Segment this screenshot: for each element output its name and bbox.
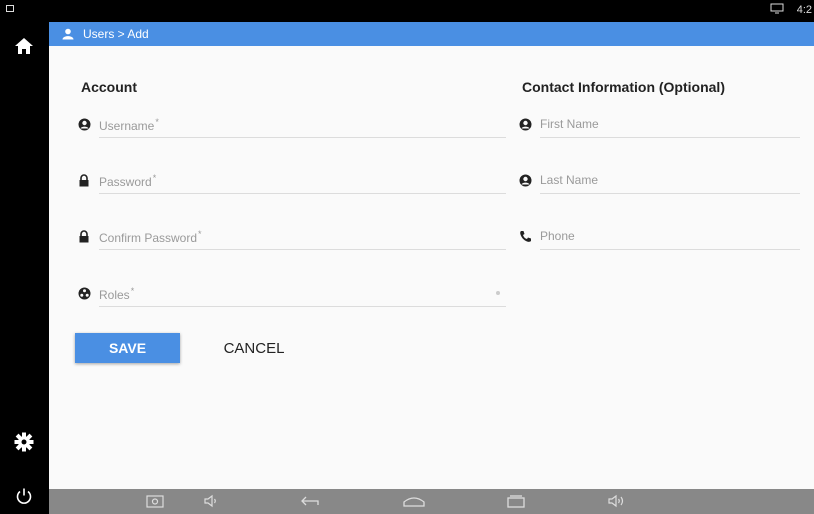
roles-select[interactable]: Roles*	[78, 283, 506, 307]
home-icon[interactable]	[12, 34, 36, 58]
lock-icon	[77, 229, 91, 243]
screen-cast-icon	[770, 3, 784, 14]
app-content: Users > Add Account Username* Password* …	[49, 22, 814, 489]
user-circle-icon	[77, 117, 91, 131]
username-placeholder: Username	[99, 119, 155, 133]
user-icon	[61, 27, 75, 41]
settings-gear-icon[interactable]	[12, 430, 36, 454]
contact-section-title: Contact Information (Optional)	[522, 79, 725, 95]
account-section-title: Account	[81, 79, 137, 95]
power-icon[interactable]	[12, 484, 36, 508]
username-field[interactable]: Username*	[78, 114, 506, 138]
user-circle-icon	[518, 117, 532, 131]
back-icon[interactable]	[299, 493, 321, 509]
first-name-placeholder: First Name	[540, 117, 599, 131]
last-name-field[interactable]: Last Name	[519, 170, 800, 194]
volume-down-icon[interactable]	[202, 493, 222, 509]
header-bar: Users > Add	[49, 22, 814, 46]
first-name-field[interactable]: First Name	[519, 114, 800, 138]
phone-placeholder: Phone	[540, 229, 575, 243]
cancel-button[interactable]: CANCEL	[209, 333, 299, 363]
recent-apps-icon[interactable]	[505, 493, 527, 509]
phone-icon	[518, 229, 532, 243]
left-rail	[0, 0, 49, 514]
roles-icon	[77, 286, 91, 300]
roles-placeholder: Roles	[99, 288, 130, 302]
dropdown-caret-icon	[496, 291, 500, 295]
password-placeholder: Password	[99, 175, 152, 189]
lock-icon	[77, 173, 91, 187]
clock: 4:2	[796, 4, 812, 16]
confirm-password-field[interactable]: Confirm Password*	[79, 226, 506, 250]
status-bar: 4:2	[49, 0, 814, 22]
home-nav-icon[interactable]	[402, 493, 426, 509]
volume-up-icon[interactable]	[607, 493, 629, 509]
save-button[interactable]: SAVE	[75, 333, 180, 363]
confirm-password-placeholder: Confirm Password	[99, 231, 198, 245]
password-field[interactable]: Password*	[79, 170, 506, 194]
last-name-placeholder: Last Name	[540, 173, 599, 187]
notification-icon	[6, 5, 14, 12]
screenshot-icon[interactable]	[145, 493, 165, 509]
user-circle-icon	[518, 173, 532, 187]
phone-field[interactable]: Phone	[519, 226, 800, 250]
breadcrumb: Users > Add	[83, 27, 149, 41]
system-nav-bar	[49, 489, 814, 514]
